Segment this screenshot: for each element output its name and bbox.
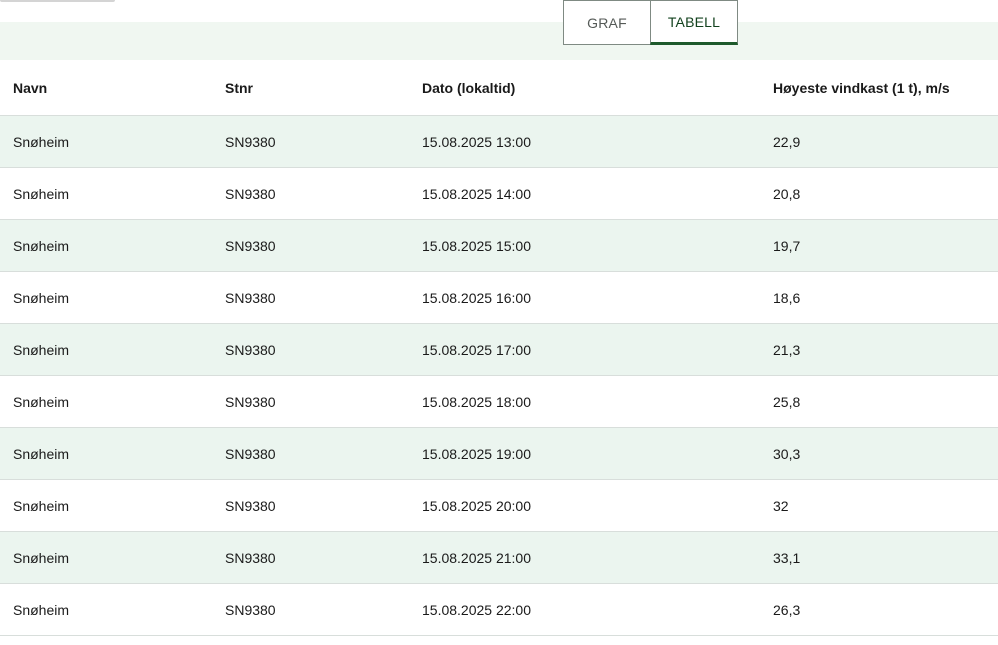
table-row: Snøheim SN9380 15.08.2025 15:00 19,7 — [0, 220, 998, 272]
cell-stnr: SN9380 — [225, 133, 276, 150]
cell-navn: Snøheim — [13, 289, 70, 306]
cell-dato: 15.08.2025 19:00 — [422, 445, 531, 462]
cell-dato: 15.08.2025 14:00 — [422, 185, 531, 202]
cell-dato: 15.08.2025 21:00 — [422, 549, 531, 566]
cell-stnr: SN9380 — [225, 601, 276, 618]
cell-stnr: SN9380 — [225, 549, 276, 566]
table-row: Snøheim SN9380 15.08.2025 22:00 26,3 — [0, 584, 998, 636]
table-row: Snøheim SN9380 15.08.2025 21:00 33,1 — [0, 532, 998, 584]
tab-band — [0, 22, 998, 60]
cell-vindkast: 25,8 — [773, 393, 801, 410]
cell-stnr: SN9380 — [225, 237, 276, 254]
tab-graf[interactable]: GRAF — [563, 0, 650, 45]
tab-tabell[interactable]: TABELL — [650, 0, 738, 45]
cell-stnr: SN9380 — [225, 393, 276, 410]
view-tabs: GRAF TABELL — [563, 0, 738, 45]
cell-dato: 15.08.2025 13:00 — [422, 133, 531, 150]
cell-vindkast: 30,3 — [773, 445, 801, 462]
table-row: Snøheim SN9380 15.08.2025 17:00 21,3 — [0, 324, 998, 376]
top-strip — [0, 0, 998, 23]
top-shadow — [0, 0, 115, 2]
cell-stnr: SN9380 — [225, 185, 276, 202]
cell-vindkast: 19,7 — [773, 237, 801, 254]
table-row: Snøheim SN9380 15.08.2025 20:00 32 — [0, 480, 998, 532]
cell-navn: Snøheim — [13, 185, 70, 202]
cell-navn: Snøheim — [13, 133, 70, 150]
cell-vindkast: 26,3 — [773, 601, 801, 618]
header-dato[interactable]: Dato (lokaltid) — [422, 80, 515, 96]
cell-dato: 15.08.2025 17:00 — [422, 341, 531, 358]
table-header-row: Navn Stnr Dato (lokaltid) Høyeste vindka… — [0, 60, 998, 116]
cell-vindkast: 32 — [773, 497, 789, 514]
observations-table: Navn Stnr Dato (lokaltid) Høyeste vindka… — [0, 60, 998, 636]
table-body: Snøheim SN9380 15.08.2025 13:00 22,9 Snøheim… — [0, 116, 998, 636]
cell-navn: Snøheim — [13, 445, 70, 462]
cell-navn: Snøheim — [13, 393, 70, 410]
cell-stnr: SN9380 — [225, 341, 276, 358]
table-row: Snøheim SN9380 15.08.2025 14:00 20,8 — [0, 168, 998, 220]
cell-vindkast: 33,1 — [773, 549, 801, 566]
header-vindkast[interactable]: Høyeste vindkast (1 t), m/s — [773, 80, 950, 96]
cell-vindkast: 22,9 — [773, 133, 801, 150]
table-row: Snøheim SN9380 15.08.2025 13:00 22,9 — [0, 116, 998, 168]
table-row: Snøheim SN9380 15.08.2025 16:00 18,6 — [0, 272, 998, 324]
cell-vindkast: 18,6 — [773, 289, 801, 306]
cell-vindkast: 20,8 — [773, 185, 801, 202]
cell-navn: Snøheim — [13, 497, 70, 514]
cell-stnr: SN9380 — [225, 445, 276, 462]
cell-dato: 15.08.2025 15:00 — [422, 237, 531, 254]
cell-navn: Snøheim — [13, 341, 70, 358]
cell-dato: 15.08.2025 18:00 — [422, 393, 531, 410]
cell-dato: 15.08.2025 20:00 — [422, 497, 531, 514]
header-stnr[interactable]: Stnr — [225, 80, 253, 96]
cell-navn: Snøheim — [13, 601, 70, 618]
cell-navn: Snøheim — [13, 237, 70, 254]
table-row: Snøheim SN9380 15.08.2025 18:00 25,8 — [0, 376, 998, 428]
cell-vindkast: 21,3 — [773, 341, 801, 358]
cell-stnr: SN9380 — [225, 497, 276, 514]
cell-dato: 15.08.2025 22:00 — [422, 601, 531, 618]
cell-dato: 15.08.2025 16:00 — [422, 289, 531, 306]
header-navn[interactable]: Navn — [13, 80, 47, 96]
cell-navn: Snøheim — [13, 549, 70, 566]
table-row: Snøheim SN9380 15.08.2025 19:00 30,3 — [0, 428, 998, 480]
cell-stnr: SN9380 — [225, 289, 276, 306]
